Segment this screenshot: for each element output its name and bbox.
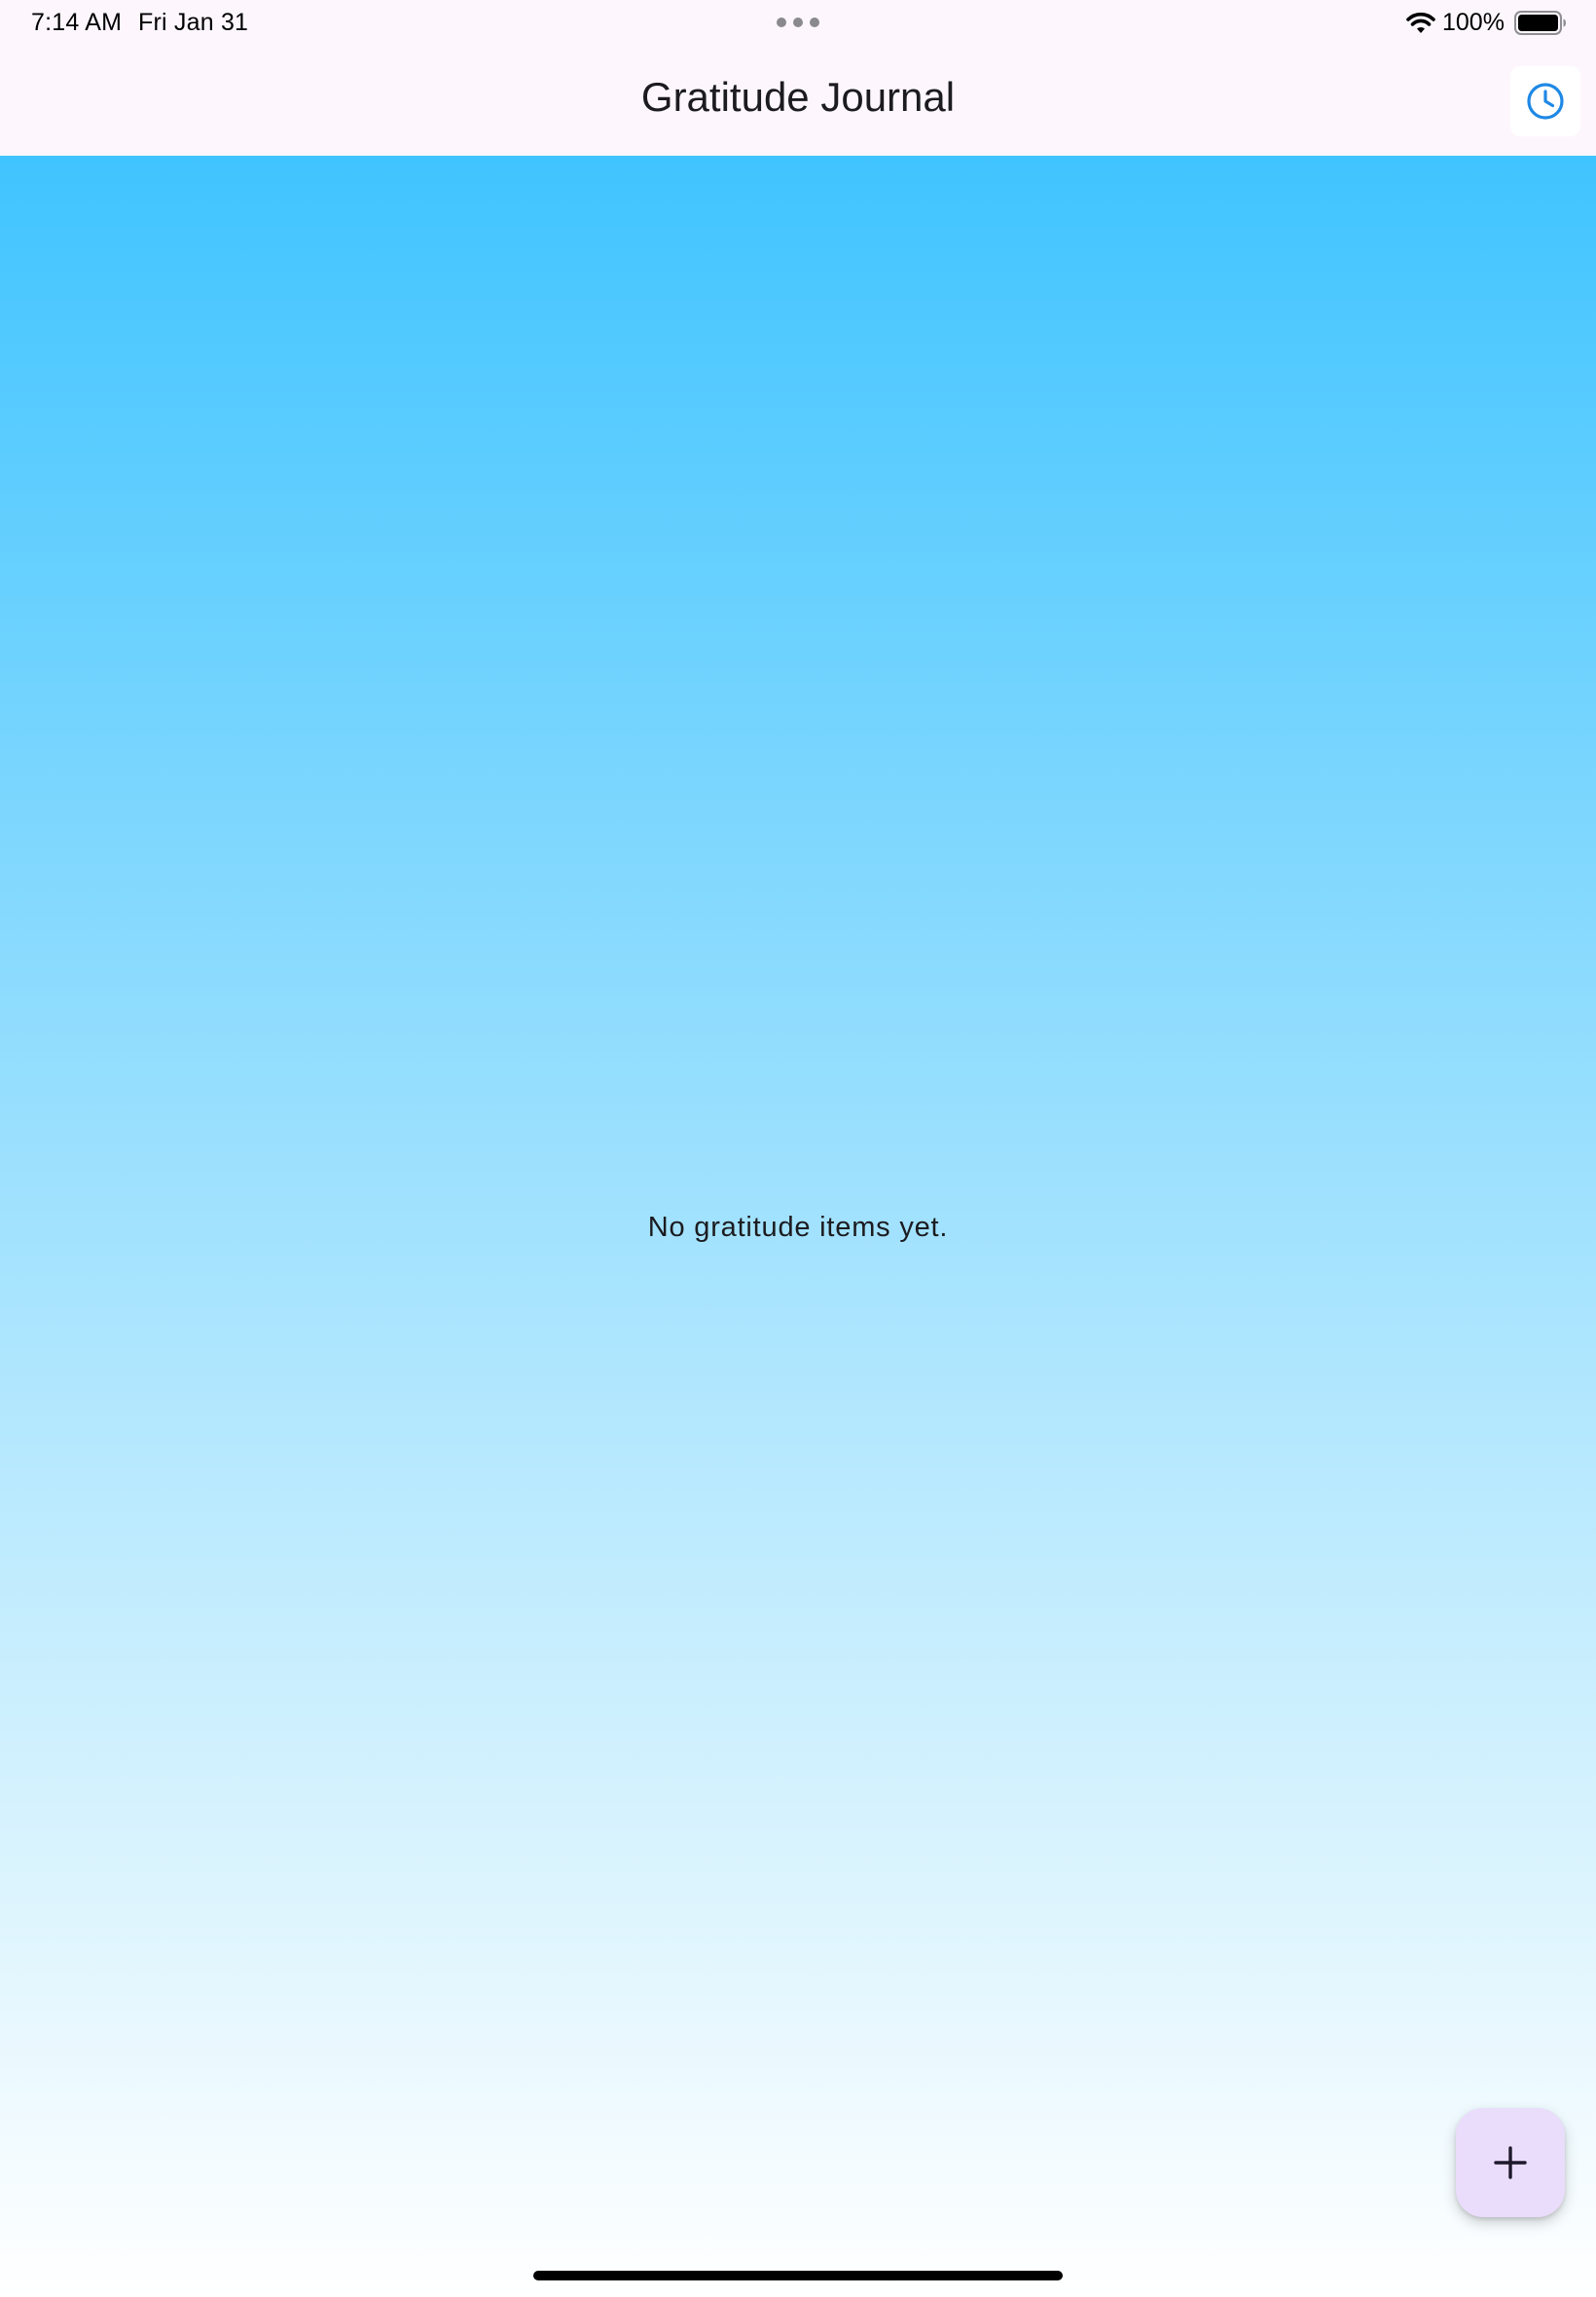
- gratitude-list-area: No gratitude items yet.: [0, 156, 1596, 2297]
- page-title: Gratitude Journal: [640, 74, 956, 120]
- status-date: Fri Jan 31: [138, 9, 249, 36]
- empty-state-message: No gratitude items yet.: [647, 1212, 949, 1243]
- plus-icon: [1494, 2146, 1527, 2179]
- battery-percentage: 100%: [1442, 9, 1505, 36]
- app-bar: Gratitude Journal: [0, 47, 1596, 156]
- add-gratitude-button[interactable]: [1456, 2108, 1565, 2217]
- status-time: 7:14 AM: [31, 9, 123, 36]
- history-button[interactable]: [1510, 66, 1580, 136]
- clock-icon: [1527, 83, 1564, 120]
- home-indicator[interactable]: [533, 2271, 1063, 2280]
- battery-icon: [1514, 11, 1566, 35]
- multitask-dots-icon[interactable]: [775, 17, 821, 28]
- wifi-icon: [1406, 12, 1435, 33]
- status-bar: 7:14 AM Fri Jan 31 100%: [0, 0, 1596, 47]
